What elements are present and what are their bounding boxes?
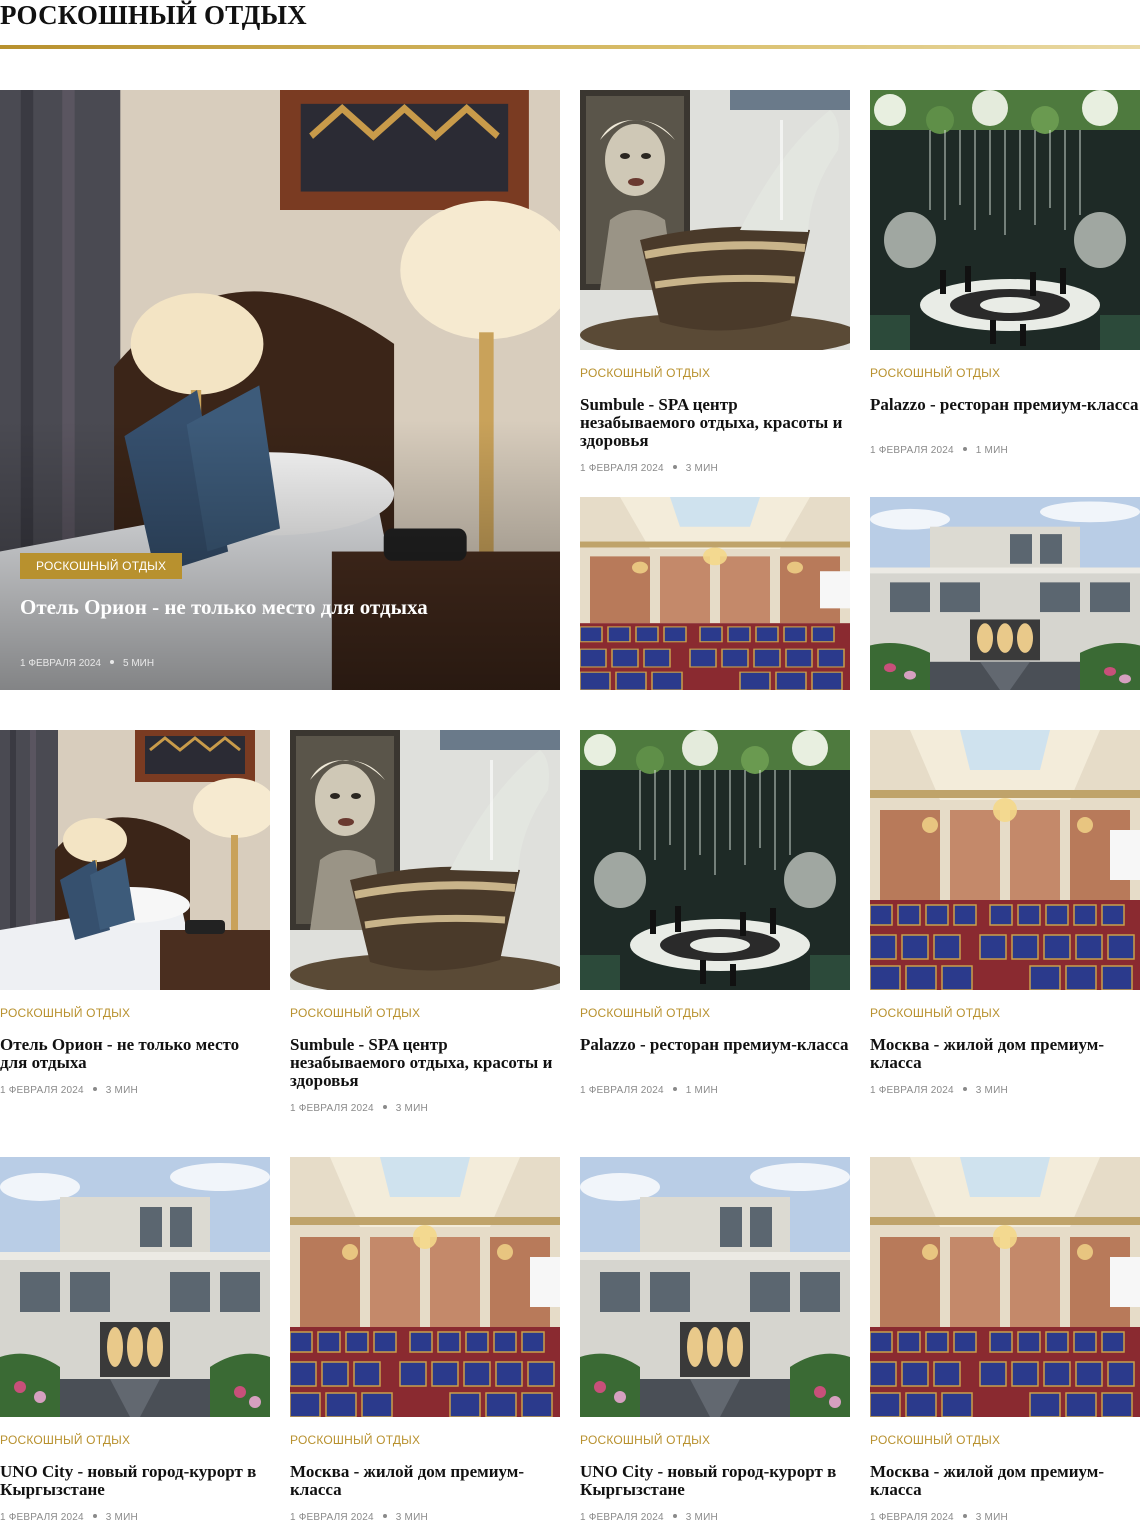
article-date: 1 февраля 2024: [580, 1512, 664, 1523]
article-date: 1 февраля 2024: [870, 1512, 954, 1523]
article-meta: 1 февраля 2024 3 мин: [580, 463, 718, 475]
article-title[interactable]: Отель Орион - не только место для отдыха: [0, 1036, 270, 1072]
meta-separator-dot: [672, 465, 677, 469]
article-thumbnail[interactable]: [580, 730, 850, 990]
meta-separator-dot: [962, 1514, 967, 1518]
article-title[interactable]: Москва - жилой дом премиум-класса: [870, 1036, 1140, 1072]
article-date: 1 февраля 2024: [580, 463, 664, 474]
title-divider: [0, 45, 1140, 49]
article-thumbnail[interactable]: [290, 730, 560, 990]
article-meta: 1 февраля 2024 3 мин: [290, 1103, 428, 1115]
article-date: 1 февраля 2024: [0, 1512, 84, 1523]
article-category[interactable]: Роскошный отдых: [0, 1433, 130, 1447]
article-thumbnail[interactable]: [870, 90, 1140, 350]
article-meta: 1 февраля 2024 3 мин: [580, 1512, 718, 1524]
meta-separator-dot: [962, 447, 967, 451]
hero-article-title[interactable]: Отель Орион - не только место для отдыха: [20, 596, 440, 619]
article-meta: 1 февраля 2024 3 мин: [870, 1512, 1008, 1524]
article-thumbnail[interactable]: [580, 90, 850, 350]
article-read-time: 1 мин: [975, 445, 1008, 456]
article-category[interactable]: Роскошный отдых: [290, 1433, 420, 1447]
article-title[interactable]: UNO City - новый город-курорт в Кыргызст…: [580, 1463, 850, 1499]
article-thumbnail[interactable]: [580, 1157, 850, 1417]
article-card[interactable]: Роскошный отдых UNO City - новый город-к…: [0, 1157, 270, 1526]
article-date: 1 февраля 2024: [290, 1512, 374, 1523]
article-thumbnail[interactable]: [870, 1157, 1140, 1417]
article-read-time: 3 мин: [685, 463, 718, 474]
meta-separator-dot: [672, 1514, 677, 1518]
article-thumbnail[interactable]: [580, 497, 850, 690]
article-read-time: 3 мин: [105, 1085, 138, 1096]
featured-article-card[interactable]: Роскошный отдых Sumbule - SPA центр неза…: [580, 90, 850, 490]
article-title[interactable]: Palazzo - ресторан премиум-класса: [580, 1036, 850, 1054]
article-card[interactable]: Роскошный отдых Palazzo - ресторан преми…: [580, 730, 850, 1120]
meta-separator-dot: [92, 1514, 97, 1518]
meta-separator-dot: [382, 1514, 387, 1518]
page-title: Роскошный отдых: [0, 0, 307, 30]
article-date: 1 февраля 2024: [870, 445, 954, 456]
article-card[interactable]: Роскошный отдых Москва - жилой дом преми…: [870, 1157, 1140, 1526]
article-category[interactable]: Роскошный отдых: [870, 1433, 1000, 1447]
article-title[interactable]: UNO City - новый город-курорт в Кыргызст…: [0, 1463, 270, 1499]
hero-category-badge[interactable]: Роскошный отдых: [20, 553, 183, 579]
article-card[interactable]: Роскошный отдых Sumbule - SPA центр неза…: [290, 730, 560, 1120]
article-read-time: 3 мин: [105, 1512, 138, 1523]
article-category[interactable]: Роскошный отдых: [580, 366, 710, 380]
article-read-time: 1 мин: [685, 1085, 718, 1096]
article-category[interactable]: Роскошный отдых: [580, 1006, 710, 1020]
article-card[interactable]: Роскошный отдых Отель Орион - не только …: [0, 730, 270, 1120]
article-thumbnail[interactable]: [870, 730, 1140, 990]
article-thumbnail[interactable]: [0, 1157, 270, 1417]
article-meta: 1 февраля 2024 1 мин: [870, 445, 1008, 457]
article-date: 1 февраля 2024: [870, 1085, 954, 1096]
article-category[interactable]: Роскошный отдых: [290, 1006, 420, 1020]
meta-separator-dot: [962, 1087, 967, 1091]
meta-separator-dot: [672, 1087, 677, 1091]
article-category[interactable]: Роскошный отдых: [870, 366, 1000, 380]
article-read-time: 3 мин: [395, 1512, 428, 1523]
meta-separator-dot: [382, 1105, 387, 1109]
article-category[interactable]: Роскошный отдых: [870, 1006, 1000, 1020]
article-thumbnail[interactable]: [870, 497, 1140, 690]
article-read-time: 3 мин: [975, 1512, 1008, 1523]
article-category[interactable]: Роскошный отдых: [0, 1006, 130, 1020]
article-read-time: 3 мин: [975, 1085, 1008, 1096]
article-date: 1 февраля 2024: [0, 1085, 84, 1096]
article-title[interactable]: Москва - жилой дом премиум-класса: [870, 1463, 1140, 1499]
article-card[interactable]: Роскошный отдых Москва - жилой дом преми…: [870, 730, 1140, 1120]
article-meta: 1 февраля 2024 1 мин: [580, 1085, 718, 1097]
article-card[interactable]: Роскошный отдых Москва - жилой дом преми…: [290, 1157, 560, 1526]
article-meta: 1 февраля 2024 3 мин: [0, 1512, 138, 1524]
article-meta: 1 февраля 2024 3 мин: [870, 1085, 1008, 1097]
hero-article-meta: 1 февраля 2024 5 мин: [20, 658, 154, 670]
article-date: 1 февраля 2024: [290, 1103, 374, 1114]
featured-article-card[interactable]: Роскошный отдых Palazzo - ресторан преми…: [870, 90, 1140, 490]
article-meta: 1 февраля 2024 3 мин: [290, 1512, 428, 1524]
hero-article-read-time: 5 мин: [122, 658, 155, 669]
meta-separator-dot: [92, 1087, 97, 1091]
article-title[interactable]: Москва - жилой дом премиум-класса: [290, 1463, 560, 1499]
article-title[interactable]: Sumbule - SPA центр незабываемого отдыха…: [580, 396, 850, 450]
article-read-time: 3 мин: [395, 1103, 428, 1114]
article-title[interactable]: Sumbule - SPA центр незабываемого отдыха…: [290, 1036, 560, 1090]
hero-article-card[interactable]: Роскошный отдых Отель Орион - не только …: [0, 90, 560, 690]
hero-article-date: 1 февраля 2024: [20, 658, 101, 669]
article-category[interactable]: Роскошный отдых: [580, 1433, 710, 1447]
article-meta: 1 февраля 2024 3 мин: [0, 1085, 138, 1097]
article-read-time: 3 мин: [685, 1512, 718, 1523]
article-title[interactable]: Palazzo - ресторан премиум-класса: [870, 396, 1140, 414]
article-date: 1 февраля 2024: [580, 1085, 664, 1096]
article-thumbnail[interactable]: [290, 1157, 560, 1417]
article-card[interactable]: Роскошный отдых UNO City - новый город-к…: [580, 1157, 850, 1526]
article-thumbnail[interactable]: [0, 730, 270, 990]
meta-separator-dot: [109, 660, 114, 664]
